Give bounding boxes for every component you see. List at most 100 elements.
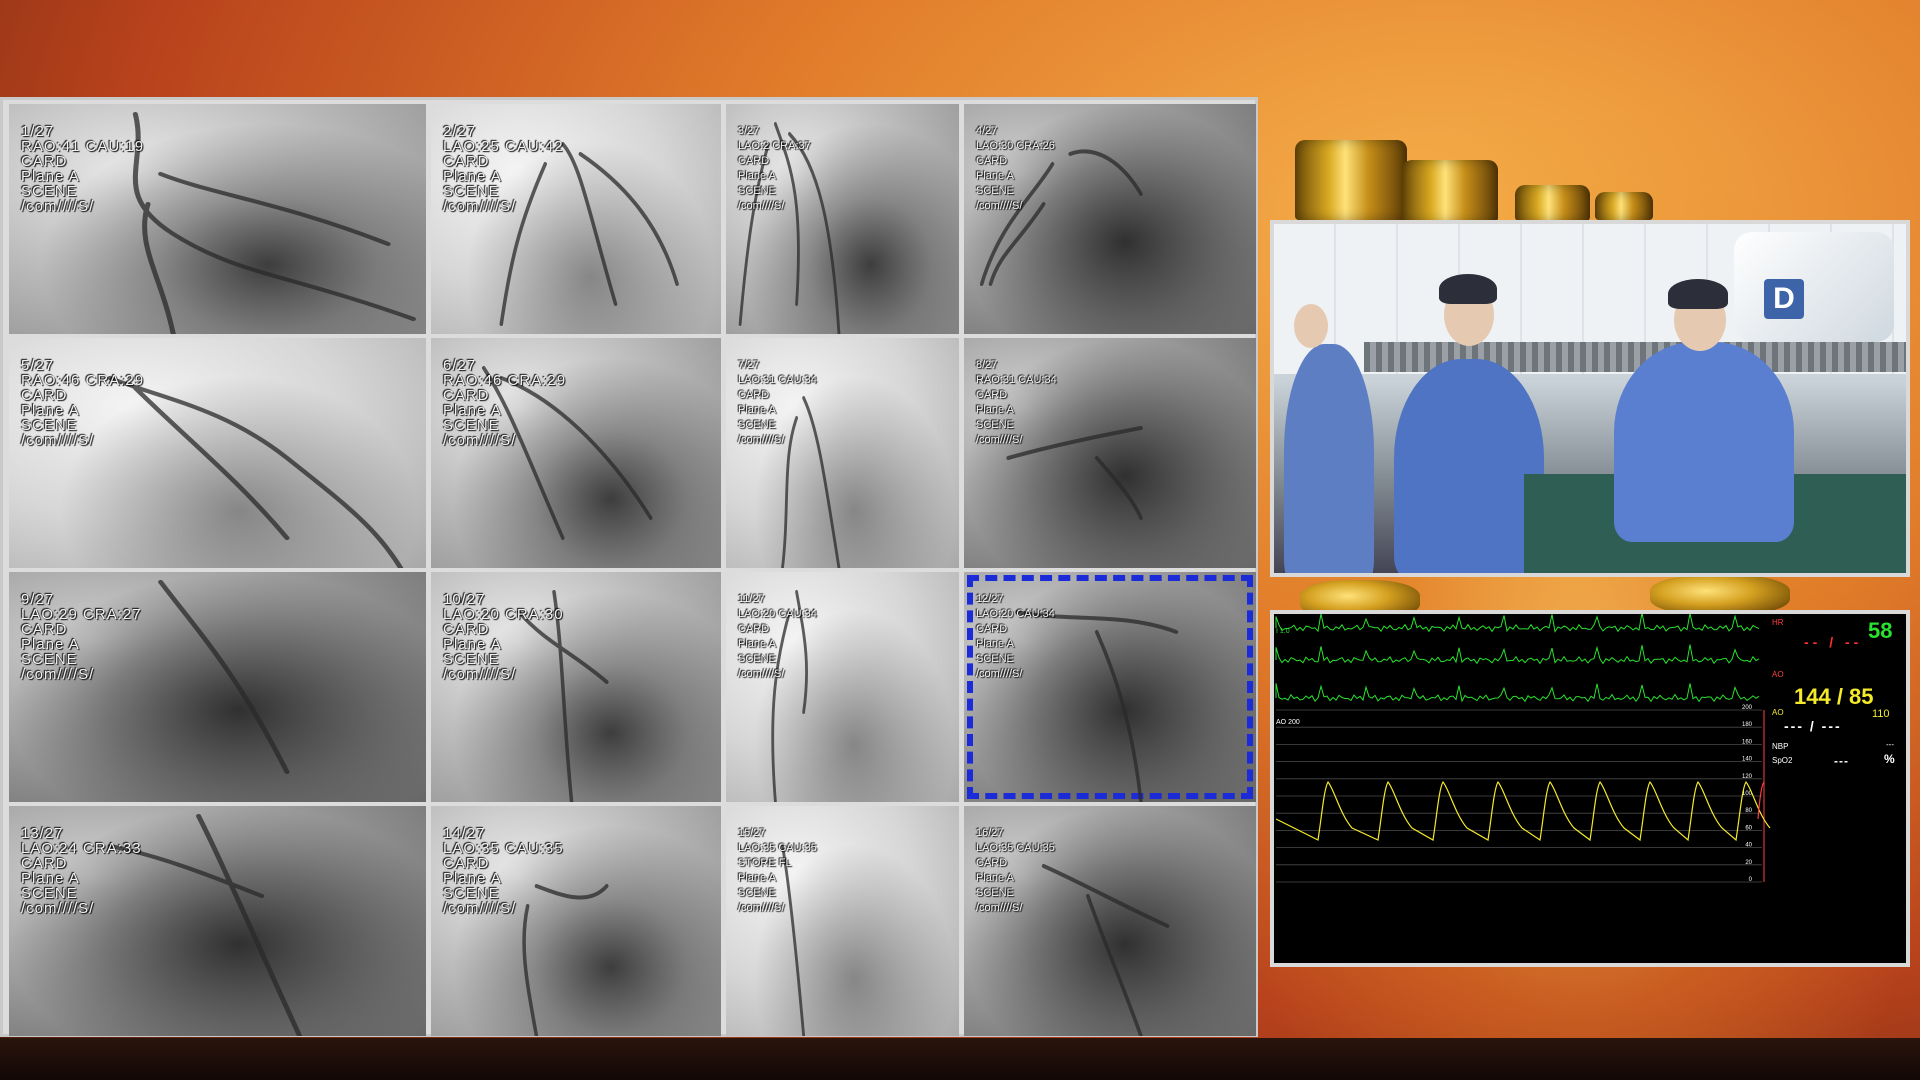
tile-info: 11/27 LAO:20 CAU:34 CARD Plane A SCENE/com//… — [738, 592, 817, 682]
tile-info: 16/27 LAO:35 CAU:35 CARD Plane A SCENE/com//… — [976, 826, 1055, 916]
ao-scale-label: AO 200 — [1276, 719, 1300, 726]
tile-mode: CARD — [21, 855, 68, 872]
vessel-path — [107, 376, 404, 568]
tile-path: /com////S/ — [443, 900, 517, 917]
tile-info: 12/27 LAO:20 CAU:34 CARD Plane A SCENE/com//… — [976, 592, 1055, 682]
mean-pressure-value: 110 — [1872, 708, 1890, 720]
tile-info: 13/27 LAO:24 CRA:33 CARD Plane A SCENE/com//… — [21, 826, 142, 916]
ecg-trace — [1275, 683, 1760, 703]
angiogram-tile[interactable]: 4/27 LAO:30 CRA:26 CARD Plane A SCENE/com///… — [964, 104, 1256, 334]
tile-scene: SCENE — [21, 417, 78, 434]
tile-frame: 7/27 — [738, 359, 760, 371]
tile-path: /com////S/ — [443, 432, 517, 449]
scale-tick-label: 140 — [1742, 757, 1753, 763]
patient-monitor: 200 180 160 140 120 100 80 60 40 20 0 I 1.0 HR 58 … — [1270, 610, 1910, 967]
tile-frame: 4/27 — [976, 125, 998, 137]
tile-path: /com////S/ — [443, 198, 517, 215]
tile-info: 6/27 RAO:46 CRA:29 CARD Plane A SCENE/com///… — [443, 358, 566, 448]
operating-room-camera: D — [1270, 220, 1910, 577]
angiography-panel: 1/27 RAO:41 CAU:19 CARD Plane A SCENE/com///… — [0, 97, 1258, 1037]
staff-head — [1294, 304, 1328, 348]
angiogram-tile[interactable]: 15/27 LAO:35 CAU:35 STORE FL Plane A SCENE/c… — [726, 806, 959, 1036]
scale-tick-label: 80 — [1745, 808, 1752, 814]
tile-plane: Plane A — [976, 872, 1014, 884]
ecg-trace — [1275, 614, 1760, 633]
tile-angle: LAO:31 CAU:34 — [738, 374, 817, 386]
tile-path: /com////S/ — [738, 902, 785, 914]
gold-tube-decoration — [1402, 160, 1498, 222]
heart-rate-value: 58 — [1868, 618, 1893, 643]
tile-scene: SCENE — [443, 885, 500, 902]
room-letter-sign: D — [1764, 279, 1804, 319]
tile-scene: SCENE — [738, 419, 776, 431]
scale-tick-label: 20 — [1745, 860, 1752, 866]
tile-path: /com////S/ — [443, 666, 517, 683]
tile-info: 15/27 LAO:35 CAU:35 STORE FL Plane A SCENE/c… — [738, 826, 817, 916]
tile-plane: Plane A — [21, 636, 80, 653]
tile-frame: 8/27 — [976, 359, 998, 371]
surgeon-left-cap — [1439, 274, 1497, 304]
tile-path: /com////S/ — [738, 200, 785, 212]
tile-mode: CARD — [443, 621, 490, 638]
tile-frame: 2/27 — [443, 123, 477, 140]
tile-angle: RAO:46 CRA:29 — [443, 372, 567, 389]
vessel-path — [1041, 864, 1170, 1036]
angiogram-tile[interactable]: 10/27 LAO:20 CRA:30 CARD Plane A SCENE/com//… — [431, 572, 721, 802]
tile-plane: Plane A — [976, 638, 1014, 650]
tile-mode: CARD — [21, 387, 68, 404]
tile-frame: 15/27 — [738, 827, 766, 839]
tile-angle: LAO:35 CAU:35 — [443, 840, 564, 857]
tile-path: /com////S/ — [21, 432, 95, 449]
angiogram-tile[interactable]: 12/27 LAO:20 CAU:34 CARD Plane A SCENE/com//… — [964, 572, 1256, 802]
tile-frame: 12/27 — [976, 593, 1004, 605]
tile-scene: SCENE — [976, 653, 1014, 665]
tile-scene: SCENE — [21, 651, 78, 668]
angiogram-tile[interactable]: 1/27 RAO:41 CAU:19 CARD Plane A SCENE/com///… — [9, 104, 426, 334]
tile-mode: CARD — [21, 153, 68, 170]
tile-scene: SCENE — [443, 183, 500, 200]
tile-info: 9/27 LAO:29 CRA:27 CARD Plane A SCENE/com///… — [21, 592, 142, 682]
bottom-band — [0, 1038, 1920, 1080]
tile-info: 7/27 LAO:31 CAU:34 CARD Plane A SCENE/com///… — [738, 358, 817, 448]
angiogram-tile[interactable]: 5/27 RAO:46 CRA:29 CARD Plane A SCENE/com///… — [9, 338, 426, 568]
tile-mode: CARD — [976, 623, 1008, 635]
angiogram-tile[interactable]: 16/27 LAO:35 CAU:35 CARD Plane A SCENE/com//… — [964, 806, 1256, 1036]
tile-scene: SCENE — [976, 185, 1014, 197]
tile-frame: 3/27 — [738, 125, 760, 137]
tile-mode: CARD — [738, 155, 770, 167]
angiogram-tile[interactable]: 6/27 RAO:46 CRA:29 CARD Plane A SCENE/com///… — [431, 338, 721, 568]
tile-mode: CARD — [443, 855, 490, 872]
angiography-grid: 1/27 RAO:41 CAU:19 CARD Plane A SCENE/com///… — [9, 104, 1256, 1036]
tile-angle: RAO:46 CRA:29 — [21, 372, 145, 389]
tile-frame: 6/27 — [443, 357, 477, 374]
angiogram-tile[interactable]: 9/27 LAO:29 CRA:27 CARD Plane A SCENE/com///… — [9, 572, 426, 802]
tile-path: /com////S/ — [976, 668, 1023, 680]
tile-plane: Plane A — [21, 168, 80, 185]
spo2-unit: % — [1884, 752, 1895, 766]
tile-mode: CARD — [738, 389, 770, 401]
angiogram-tile[interactable]: 8/27 RAO:31 CAU:34 CARD Plane A SCENE/com///… — [964, 338, 1256, 568]
angiogram-tile[interactable]: 2/27 LAO:25 CAU:42 CARD Plane A SCENE/com///… — [431, 104, 721, 334]
angiogram-tile[interactable]: 14/27 LAO:35 CAU:35 CARD Plane A SCENE/com//… — [431, 806, 721, 1036]
tile-frame: 1/27 — [21, 123, 55, 140]
tile-frame: 10/27 — [443, 591, 486, 608]
tile-plane: Plane A — [21, 870, 80, 887]
tile-angle: LAO:20 CAU:34 — [976, 608, 1055, 620]
tile-info: 14/27 LAO:35 CAU:35 CARD Plane A SCENE/com//… — [443, 826, 564, 916]
ao-alarm-label: AO — [1772, 670, 1784, 679]
angiogram-tile[interactable]: 11/27 LAO:20 CAU:34 CARD Plane A SCENE/com//… — [726, 572, 959, 802]
arterial-pressure-trace — [1275, 780, 1771, 842]
tile-angle: RAO:31 CAU:34 — [976, 374, 1057, 386]
tile-angle: LAO:20 CAU:34 — [738, 608, 817, 620]
angiogram-tile[interactable]: 13/27 LAO:24 CRA:33 CARD Plane A SCENE/com//… — [9, 806, 426, 1036]
ecg-trace — [1275, 644, 1760, 665]
angiogram-tile[interactable]: 7/27 LAO:31 CAU:34 CARD Plane A SCENE/com///… — [726, 338, 959, 568]
tile-angle: RAO:41 CAU:19 — [21, 138, 145, 155]
angiogram-tile[interactable]: 3/27 LAO:2 CRA:37 CARD Plane A SCENE/com////… — [726, 104, 959, 334]
tile-scene: SCENE — [443, 651, 500, 668]
tile-info: 3/27 LAO:2 CRA:37 CARD Plane A SCENE/com////… — [738, 124, 811, 214]
tile-plane: Plane A — [738, 170, 776, 182]
tile-scene: SCENE — [443, 417, 500, 434]
tile-mode: CARD — [738, 623, 770, 635]
tile-scene: SCENE — [738, 887, 776, 899]
